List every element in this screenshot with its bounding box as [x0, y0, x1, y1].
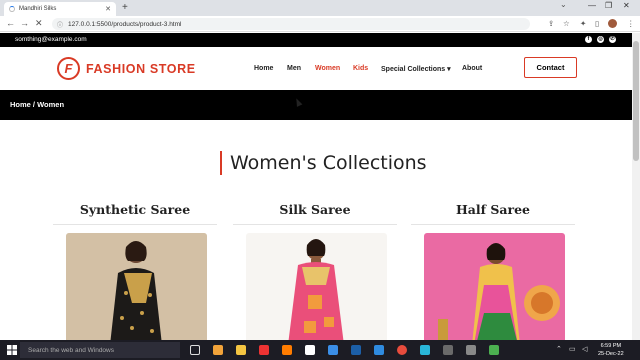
url-text: 127.0.0.1:5500/products/product-3.html	[68, 20, 182, 28]
divider	[233, 224, 397, 225]
nav-men[interactable]: Men	[287, 65, 301, 72]
logo-icon: F	[57, 57, 80, 80]
section-title: Women's Collections	[220, 151, 427, 175]
stop-icon[interactable]: ✕	[35, 18, 43, 29]
product-image[interactable]	[424, 233, 565, 345]
app-icon[interactable]	[443, 345, 453, 355]
divider	[53, 224, 217, 225]
back-icon[interactable]: ←	[6, 18, 15, 28]
product-title[interactable]: Silk Saree	[233, 196, 397, 224]
nav-kids[interactable]: Kids	[353, 65, 368, 72]
photos-icon[interactable]	[328, 345, 338, 355]
product-image[interactable]	[66, 233, 207, 345]
tab-title: Mandhiri Silks	[19, 6, 57, 12]
store-icon[interactable]	[305, 345, 315, 355]
browser-toolbar: ← → ✕ ⓘ 127.0.0.1:5500/products/product-…	[0, 16, 640, 32]
product-image[interactable]	[246, 233, 387, 345]
clock-time: 6:59 PM	[600, 343, 622, 349]
site-navbar: F FASHION STORE Home Men Women Kids Spec…	[0, 47, 632, 90]
whatsapp-icon[interactable]: ✆	[609, 36, 616, 43]
tab-search-icon[interactable]: ⌄	[560, 0, 567, 9]
instagram-icon[interactable]: ◎	[597, 36, 604, 43]
taskbar-clock[interactable]: 6:59 PM 25-Dec-22	[598, 342, 624, 358]
product-card[interactable]: Synthetic Saree	[53, 196, 217, 345]
forward-icon[interactable]: →	[20, 18, 29, 28]
photoshop-icon[interactable]	[351, 345, 361, 355]
task-view-icon[interactable]	[190, 345, 200, 355]
nav-special-collections[interactable]: Special Collections ▾	[381, 65, 451, 73]
product-title[interactable]: Half Saree	[411, 196, 575, 224]
scrollbar-thumb[interactable]	[633, 41, 639, 161]
display-icon[interactable]	[466, 345, 476, 355]
bookmark-star-icon[interactable]: ☆	[563, 19, 570, 28]
page-scrollbar[interactable]	[632, 33, 640, 340]
nav-special-collections-label: Special Collections	[381, 66, 446, 73]
contact-email[interactable]: somthing@example.com	[15, 36, 87, 43]
network-icon[interactable]: ▭	[569, 345, 576, 353]
caret-down-icon: ▾	[447, 66, 451, 73]
browser-tab-strip: Mandhiri Silks ✕ + ⌄ — ❐ ✕	[0, 0, 640, 16]
info-icon[interactable]: ⓘ	[57, 20, 63, 29]
vlc-icon[interactable]	[213, 345, 223, 355]
facebook-icon[interactable]: f	[585, 36, 592, 43]
volume-icon[interactable]: ◁	[582, 345, 587, 353]
contact-button[interactable]: Contact	[524, 57, 577, 78]
brand-name: FASHION STORE	[86, 61, 196, 76]
breadcrumb-banner: Home / Women	[0, 90, 632, 120]
spreadsheet-icon[interactable]	[489, 345, 499, 355]
product-card[interactable]: Silk Saree	[233, 196, 397, 345]
browser-menu-icon[interactable]: ⋮	[627, 19, 635, 28]
window-close-icon[interactable]: ✕	[623, 1, 630, 10]
nav-home[interactable]: Home	[254, 65, 273, 72]
site-top-bar: somthing@example.com f ◎ ✆	[0, 33, 632, 47]
share-icon[interactable]: ⇪	[548, 19, 554, 28]
sidebar-icon[interactable]: ▯	[595, 19, 599, 28]
nav-women[interactable]: Women	[315, 65, 340, 72]
chrome-icon[interactable]	[397, 345, 407, 355]
profile-avatar[interactable]	[608, 19, 617, 28]
breadcrumb[interactable]: Home / Women	[10, 100, 64, 109]
windows-start-icon[interactable]	[7, 345, 17, 355]
vscode-icon[interactable]	[374, 345, 384, 355]
minimize-icon[interactable]: —	[588, 1, 596, 10]
browser-tab[interactable]: Mandhiri Silks ✕	[4, 2, 116, 16]
terminal-icon[interactable]	[420, 345, 430, 355]
close-tab-icon[interactable]: ✕	[105, 5, 111, 13]
product-card[interactable]: Half Saree	[411, 196, 575, 345]
clock-date: 25-Dec-22	[598, 351, 624, 357]
extensions-icon[interactable]: ✦	[580, 19, 586, 28]
youtube-icon[interactable]	[259, 345, 269, 355]
loading-icon	[9, 6, 15, 12]
illustrator-icon[interactable]	[282, 345, 292, 355]
nav-about[interactable]: About	[462, 65, 482, 72]
product-title[interactable]: Synthetic Saree	[53, 196, 217, 224]
maximize-icon[interactable]: ❐	[605, 1, 612, 10]
address-bar[interactable]: ⓘ 127.0.0.1:5500/products/product-3.html	[52, 18, 530, 30]
site-logo[interactable]: F FASHION STORE	[57, 57, 196, 80]
divider	[411, 224, 575, 225]
tray-chevron-icon[interactable]: ⌃	[556, 345, 562, 353]
taskbar-search-input[interactable]: Search the web and Windows	[20, 342, 180, 358]
new-tab-icon[interactable]: +	[122, 2, 128, 13]
file-explorer-icon[interactable]	[236, 345, 246, 355]
os-taskbar: Search the web and Windows ⌃ ▭ ◁ 6:59 PM…	[0, 340, 640, 360]
